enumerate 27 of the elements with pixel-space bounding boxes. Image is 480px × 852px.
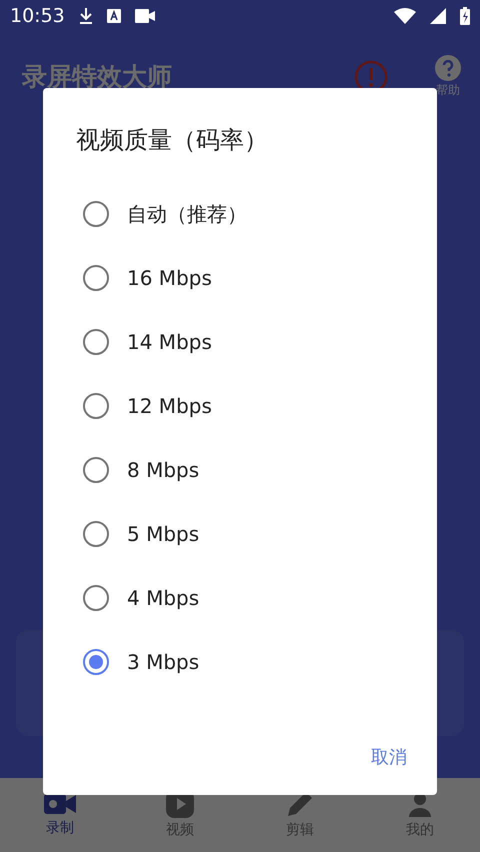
- wifi-icon: [394, 8, 416, 24]
- status-time: 10:53: [10, 4, 65, 29]
- radio-button[interactable]: [83, 521, 109, 547]
- radio-option[interactable]: 5 Mbps: [43, 502, 437, 566]
- radio-button[interactable]: [83, 201, 109, 227]
- dialog-title: 视频质量（码率）: [76, 125, 269, 156]
- radio-option[interactable]: 自动（推荐）: [43, 182, 437, 246]
- radio-button[interactable]: [83, 457, 109, 483]
- radio-option[interactable]: 4 Mbps: [43, 566, 437, 630]
- signal-icon: [430, 8, 446, 24]
- radio-button[interactable]: [83, 393, 109, 419]
- radio-button[interactable]: [83, 649, 109, 675]
- battery-icon: [460, 7, 470, 25]
- radio-button[interactable]: [83, 265, 109, 291]
- radio-option[interactable]: 16 Mbps: [43, 246, 437, 310]
- radio-option[interactable]: 8 Mbps: [43, 438, 437, 502]
- radio-option[interactable]: 12 Mbps: [43, 374, 437, 438]
- download-icon: [78, 7, 93, 25]
- radio-button[interactable]: [83, 329, 109, 355]
- app-title: 录屏特效大师: [22, 61, 173, 94]
- radio-option[interactable]: 14 Mbps: [43, 310, 437, 374]
- help-icon: [435, 55, 461, 81]
- video-camera-icon: [134, 9, 155, 23]
- radio-button[interactable]: [83, 585, 109, 611]
- cancel-button[interactable]: 取消: [369, 742, 409, 773]
- radio-option[interactable]: 3 Mbps: [43, 630, 437, 694]
- text-icon: [106, 9, 121, 23]
